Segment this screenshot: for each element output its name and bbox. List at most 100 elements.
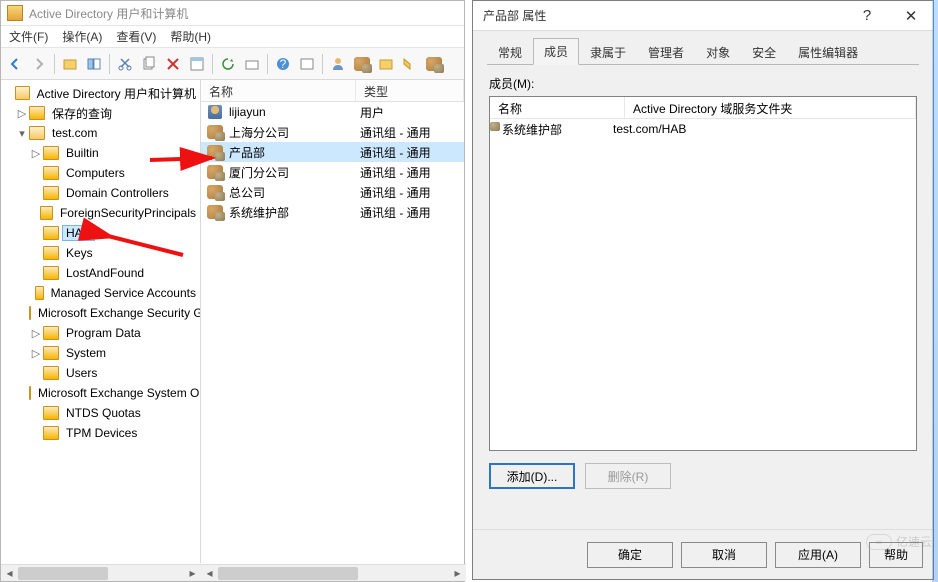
tab-object[interactable]: 对象	[695, 39, 741, 65]
dialog-help-button[interactable]: 帮助	[869, 542, 923, 568]
cut-button[interactable]	[114, 53, 136, 75]
properties-button[interactable]	[186, 53, 208, 75]
scroll-right-button[interactable]: ▸	[184, 565, 201, 582]
menu-file[interactable]: 文件(F)	[9, 28, 48, 45]
tab-members[interactable]: 成员	[533, 38, 579, 65]
members-list[interactable]: 名称 Active Directory 域服务文件夹 系统维护部test.com…	[489, 96, 917, 451]
members-col-name[interactable]: 名称	[490, 97, 625, 118]
list-col-type[interactable]: 类型	[356, 80, 464, 101]
cancel-button[interactable]: 取消	[681, 542, 767, 568]
add-to-group-button[interactable]	[423, 53, 445, 75]
list-row[interactable]: 总公司通讯组 - 通用	[201, 182, 464, 202]
add-button[interactable]: 添加(D)...	[489, 463, 575, 489]
show-hide-tree-button[interactable]	[83, 53, 105, 75]
dialog-titlebar[interactable]: 产品部 属性 ? ✕	[473, 1, 933, 31]
filter-button[interactable]	[296, 53, 318, 75]
scroll-left-button[interactable]: ◂	[1, 565, 18, 582]
tree-node[interactable]: LostAndFound	[1, 263, 200, 283]
folder-icon	[43, 346, 59, 360]
new-ou-button[interactable]	[375, 53, 397, 75]
tree-node[interactable]: Keys	[1, 243, 200, 263]
find-button[interactable]	[399, 53, 421, 75]
expand-icon[interactable]: ▷	[29, 147, 43, 160]
apply-button[interactable]: 应用(A)	[775, 542, 861, 568]
folder-icon	[29, 106, 45, 120]
tree-node[interactable]: ForeignSecurityPrincipals	[1, 203, 200, 223]
up-button[interactable]	[59, 53, 81, 75]
tree-node[interactable]: ▷Program Data	[1, 323, 200, 343]
list-row[interactable]: lijiayun用户	[201, 102, 464, 122]
members-row[interactable]: 系统维护部test.com/HAB	[490, 119, 916, 139]
menu-help[interactable]: 帮助(H)	[170, 28, 211, 45]
tabstrip: 常规 成员 隶属于 管理者 对象 安全 属性编辑器	[487, 41, 919, 65]
tree-label: HAB	[62, 225, 95, 241]
help-button[interactable]: ?	[845, 2, 889, 30]
members-header: 名称 Active Directory 域服务文件夹	[490, 97, 916, 119]
list-cell-type: 通讯组 - 通用	[360, 204, 431, 221]
tree-node[interactable]: TPM Devices	[1, 423, 200, 443]
members-label: 成员(M):	[489, 75, 917, 92]
nav-forward-button[interactable]	[28, 53, 50, 75]
folder-icon	[43, 326, 59, 340]
tree-node[interactable]: Computers	[1, 163, 200, 183]
new-user-button[interactable]	[327, 53, 349, 75]
tab-managedby[interactable]: 管理者	[637, 39, 695, 65]
nav-back-button[interactable]	[4, 53, 26, 75]
tab-general[interactable]: 常规	[487, 39, 533, 65]
close-button[interactable]: ✕	[889, 2, 933, 30]
scroll-left-button[interactable]: ◂	[201, 565, 218, 582]
list-row[interactable]: 厦门分公司通讯组 - 通用	[201, 162, 464, 182]
tree-label: Computers	[62, 166, 129, 180]
tree-node[interactable]: Managed Service Accounts	[1, 283, 200, 303]
collapse-icon[interactable]: ▾	[15, 127, 29, 140]
list-col-name[interactable]: 名称	[201, 80, 356, 101]
tab-attreditor[interactable]: 属性编辑器	[787, 39, 869, 65]
tree-scrollbar-h[interactable]: ◂ ▸	[1, 564, 201, 581]
delete-button[interactable]	[162, 53, 184, 75]
tree-node[interactable]: ▷System	[1, 343, 200, 363]
aduc-title: Active Directory 用户和计算机	[29, 5, 188, 22]
scroll-right-button[interactable]: ▸	[449, 565, 466, 582]
list-cell-name: 上海分公司	[229, 124, 360, 141]
tree-node[interactable]: NTDS Quotas	[1, 403, 200, 423]
list-scrollbar-h[interactable]: ◂ ▸	[201, 564, 466, 581]
toolbar-sep	[322, 54, 323, 74]
tab-security[interactable]: 安全	[741, 39, 787, 65]
new-group-button[interactable]	[351, 53, 373, 75]
tree-node[interactable]: Microsoft Exchange System Objects	[1, 383, 200, 403]
tree-pane[interactable]: Active Directory 用户和计算机 ▷ 保存的查询 ▾ test.c…	[1, 80, 201, 563]
scroll-thumb[interactable]	[218, 567, 358, 580]
folder-icon	[43, 166, 59, 180]
refresh-button[interactable]	[217, 53, 239, 75]
menu-view[interactable]: 查看(V)	[116, 28, 156, 45]
tree-node[interactable]: ▷Builtin	[1, 143, 200, 163]
tree-saved-queries[interactable]: ▷ 保存的查询	[1, 103, 200, 123]
export-button[interactable]	[241, 53, 263, 75]
tab-memberof[interactable]: 隶属于	[579, 39, 637, 65]
list-row[interactable]: 上海分公司通讯组 - 通用	[201, 122, 464, 142]
tree-node[interactable]: Users	[1, 363, 200, 383]
menu-action[interactable]: 操作(A)	[62, 28, 102, 45]
tree-node[interactable]: Microsoft Exchange Security Groups	[1, 303, 200, 323]
folder-icon	[43, 186, 59, 200]
list-row[interactable]: 系统维护部通讯组 - 通用	[201, 202, 464, 222]
expand-icon[interactable]: ▷	[29, 327, 43, 340]
help-button[interactable]: ?	[272, 53, 294, 75]
folder-icon	[43, 226, 59, 240]
toolbar-sep	[109, 54, 110, 74]
tree-node[interactable]: Domain Controllers	[1, 183, 200, 203]
expand-icon[interactable]: ▷	[15, 107, 29, 120]
tree-root[interactable]: Active Directory 用户和计算机	[1, 83, 200, 103]
tree-node[interactable]: HAB	[1, 223, 200, 243]
aduc-body: Active Directory 用户和计算机 ▷ 保存的查询 ▾ test.c…	[1, 80, 464, 563]
list-pane[interactable]: 名称 类型 lijiayun用户上海分公司通讯组 - 通用产品部通讯组 - 通用…	[201, 80, 464, 563]
scroll-thumb[interactable]	[18, 567, 108, 580]
members-col-folder[interactable]: Active Directory 域服务文件夹	[625, 97, 916, 118]
expand-icon[interactable]: ▷	[29, 347, 43, 360]
ok-button[interactable]: 确定	[587, 542, 673, 568]
members-cell-name: 系统维护部	[502, 121, 613, 138]
list-row[interactable]: 产品部通讯组 - 通用	[201, 142, 464, 162]
tree-domain[interactable]: ▾ test.com	[1, 123, 200, 143]
members-area: 成员(M): 名称 Active Directory 域服务文件夹 系统维护部t…	[487, 65, 919, 489]
copy-button[interactable]	[138, 53, 160, 75]
